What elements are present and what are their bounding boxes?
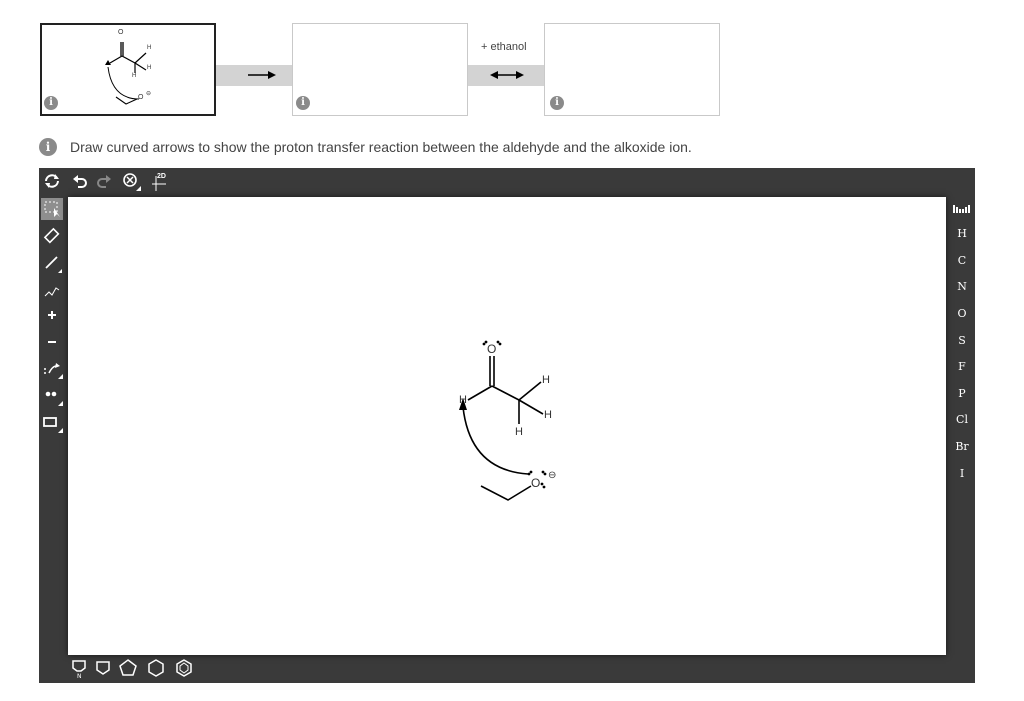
atom-h-right: H	[544, 409, 552, 421]
molecule-drawing	[459, 340, 547, 501]
atom-o-carbonyl: O	[487, 342, 497, 356]
atom-h-aldehyde: H	[459, 394, 467, 406]
atom-h-top: H	[542, 374, 550, 386]
atom-o-alkoxide: O	[531, 476, 541, 490]
atom-h-bottom: H	[515, 426, 523, 438]
negative-charge: ⊖	[548, 470, 557, 481]
